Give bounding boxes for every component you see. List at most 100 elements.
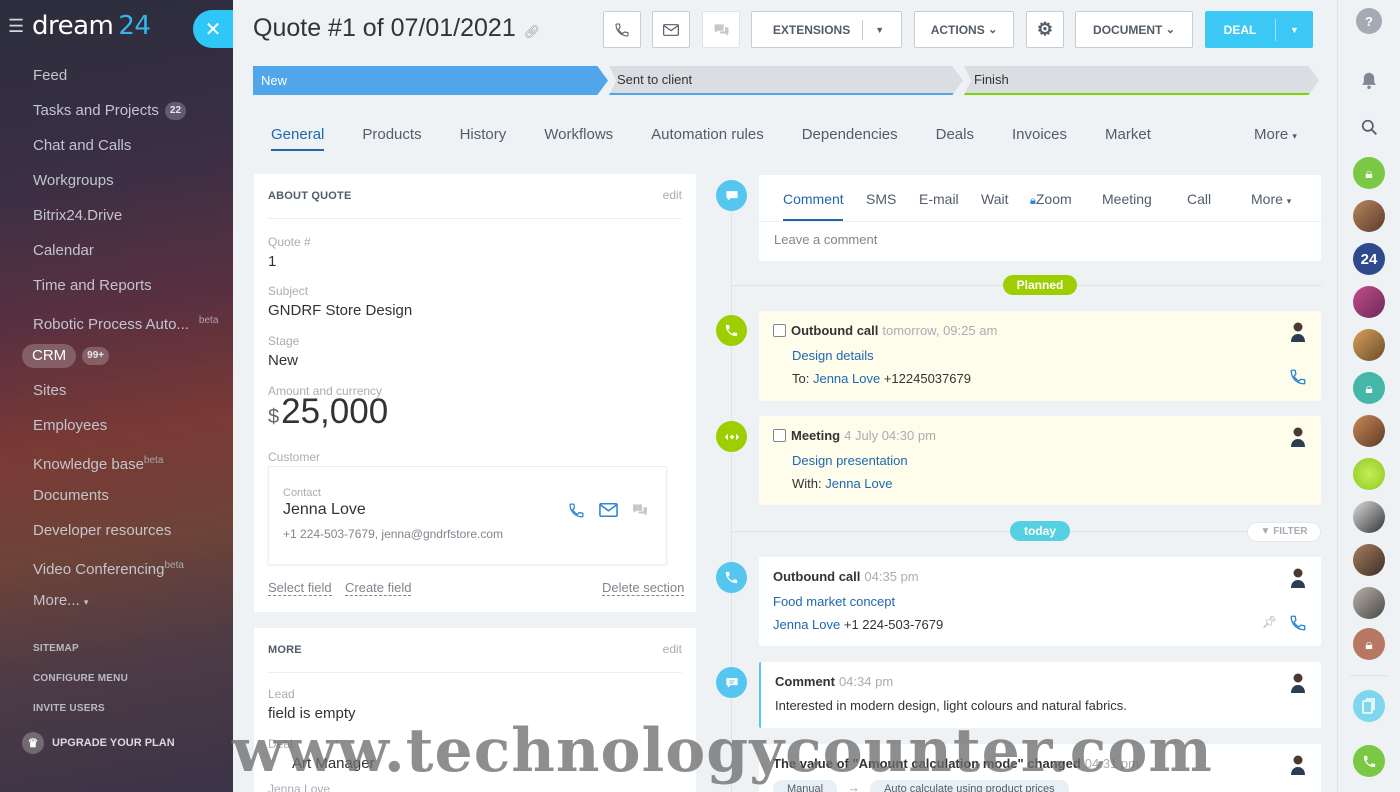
invite-users-link[interactable]: INVITE USERS: [33, 703, 105, 714]
phone-icon[interactable]: [1289, 614, 1307, 632]
stage-sent-to-client[interactable]: Sent to client: [609, 66, 963, 95]
email-button[interactable]: [652, 11, 690, 48]
composer-tab-sms[interactable]: SMS: [866, 191, 896, 207]
bell-icon[interactable]: [1353, 64, 1385, 96]
sidebar-item-knowledge[interactable]: Knowledge basebeta: [33, 443, 229, 478]
chevron-down-icon: ▼: [875, 24, 885, 35]
search-icon[interactable]: [1353, 111, 1385, 143]
tab-automation-rules[interactable]: Automation rules: [651, 126, 764, 151]
close-icon: ✕: [204, 18, 222, 41]
configure-menu-link[interactable]: CONFIGURE MENU: [33, 673, 128, 684]
sidebar-item-rpa[interactable]: Robotic Process Auto... beta: [33, 303, 229, 338]
phone-icon[interactable]: [1353, 745, 1385, 777]
sidebar-item-time[interactable]: Time and Reports: [33, 268, 229, 303]
done-checkbox[interactable]: [773, 324, 786, 337]
right-toolbar: ? 🔒︎ 24 🔒︎ 🔒︎: [1337, 0, 1400, 792]
tab-products[interactable]: Products: [362, 126, 421, 151]
tab-deals[interactable]: Deals: [936, 126, 974, 151]
sidebar-item-chat[interactable]: Chat and Calls: [33, 128, 229, 163]
event-subject-link[interactable]: Food market concept: [773, 594, 895, 609]
deal-value[interactable]: Art Manager: [292, 755, 375, 772]
phone-icon[interactable]: [565, 499, 587, 521]
delete-section-link[interactable]: Delete section: [602, 580, 685, 596]
menu-icon[interactable]: ☰: [8, 16, 28, 37]
tab-workflows[interactable]: Workflows: [544, 126, 613, 151]
tab-general[interactable]: General: [271, 126, 325, 151]
chevron-down-icon[interactable]: ▼: [1276, 25, 1313, 35]
event-subject-link[interactable]: Design presentation: [792, 453, 908, 468]
sidebar-item-workgroups[interactable]: Workgroups: [33, 163, 229, 198]
sidebar-item-crm[interactable]: CRM 99+: [22, 338, 229, 373]
envelope-icon[interactable]: [597, 499, 619, 521]
avatar[interactable]: [1353, 200, 1385, 232]
event-subject-link[interactable]: Design details: [792, 348, 874, 363]
avatar[interactable]: [1353, 415, 1385, 447]
copy-icon[interactable]: [1353, 690, 1385, 722]
tab-market[interactable]: Market: [1105, 126, 1151, 151]
lock-icon[interactable]: 🔒︎: [1353, 372, 1385, 404]
composer-tab-email[interactable]: E-mail: [919, 191, 959, 207]
lock-icon[interactable]: 🔒︎: [1353, 628, 1385, 660]
sidebar-item-employees[interactable]: Employees: [33, 408, 229, 443]
composer-tab-call[interactable]: Call: [1187, 191, 1211, 207]
pin-icon[interactable]: 📌︎: [1262, 615, 1277, 629]
avatar[interactable]: [1353, 544, 1385, 576]
edit-link[interactable]: edit: [663, 188, 682, 202]
done-checkbox[interactable]: [773, 429, 786, 442]
stage-finish[interactable]: Finish: [964, 66, 1319, 95]
person-link[interactable]: Jenna Love: [773, 617, 840, 632]
sidebar-item-video[interactable]: Video Conferencingbeta: [33, 548, 229, 583]
sidebar-item-feed[interactable]: Feed: [33, 58, 229, 93]
composer-tab-meeting[interactable]: Meeting: [1102, 191, 1152, 207]
actions-button[interactable]: ACTIONS ⌄: [914, 11, 1014, 48]
person-link[interactable]: Jenna Love: [825, 476, 892, 491]
composer-tab-wait[interactable]: Wait: [981, 191, 1008, 207]
planned-call-card: Outbound call tomorrow, 09:25 am Design d…: [759, 311, 1321, 401]
avatar[interactable]: [1353, 286, 1385, 318]
extensions-button[interactable]: EXTENSIONS ▼: [751, 11, 902, 48]
select-field-link[interactable]: Select field: [268, 580, 332, 596]
composer-tab-comment[interactable]: Comment: [783, 191, 844, 207]
settings-button[interactable]: ⚙: [1026, 11, 1064, 48]
sidebar-item-drive[interactable]: Bitrix24.Drive: [33, 198, 229, 233]
stage-new[interactable]: New: [253, 66, 608, 95]
avatar[interactable]: [1353, 329, 1385, 361]
logo[interactable]: dream 24: [32, 11, 151, 41]
sidebar-item-sites[interactable]: Sites: [33, 373, 229, 408]
avatar[interactable]: [1353, 587, 1385, 619]
help-icon[interactable]: ?: [1356, 8, 1382, 34]
tabs-more-button[interactable]: More ▾: [1254, 126, 1297, 143]
chat-button[interactable]: [702, 11, 740, 48]
lock-icon[interactable]: 🔒︎: [1353, 157, 1385, 189]
comment-input[interactable]: Leave a comment: [774, 232, 877, 247]
avatar[interactable]: [1353, 458, 1385, 490]
link-icon[interactable]: 🔗︎: [524, 24, 541, 39]
close-slider-button[interactable]: ✕: [193, 10, 233, 48]
edit-link[interactable]: edit: [663, 642, 682, 656]
tab-history[interactable]: History: [460, 126, 507, 151]
avatar[interactable]: [1353, 501, 1385, 533]
event-recipient: Jenna Love +1 224-503-7679: [773, 617, 944, 632]
phone-icon[interactable]: [1289, 368, 1307, 386]
tab-dependencies[interactable]: Dependencies: [802, 126, 898, 151]
sidebar-item-more[interactable]: More... ▾: [33, 583, 229, 618]
contact-name[interactable]: Jenna Love: [283, 501, 366, 519]
chat-icon[interactable]: [629, 499, 651, 521]
call-button[interactable]: [603, 11, 641, 48]
deal-button[interactable]: DEAL ▼: [1205, 11, 1313, 48]
person-link[interactable]: Jenna Love: [813, 371, 880, 386]
composer-more[interactable]: More ▾: [1251, 191, 1291, 207]
sidebar-item-tasks[interactable]: Tasks and Projects 22: [33, 93, 229, 128]
contact-details: +1 224-503-7679, jenna@gndrfstore.com: [283, 527, 503, 541]
b24-icon[interactable]: 24: [1353, 243, 1385, 275]
create-field-link[interactable]: Create field: [345, 580, 412, 596]
filter-button[interactable]: ▼︎ FILTER: [1247, 522, 1321, 542]
sitemap-link[interactable]: SITEMAP: [33, 643, 79, 654]
sidebar-item-calendar[interactable]: Calendar: [33, 233, 229, 268]
tab-invoices[interactable]: Invoices: [1012, 126, 1067, 151]
upgrade-plan-button[interactable]: ♛ UPGRADE YOUR PLAN: [22, 732, 175, 754]
sidebar-item-developer[interactable]: Developer resources: [33, 513, 229, 548]
document-button[interactable]: DOCUMENT ⌄: [1075, 11, 1193, 48]
composer-tab-zoom[interactable]: 🔒︎Zoom: [1030, 191, 1072, 208]
sidebar-item-documents[interactable]: Documents: [33, 478, 229, 513]
